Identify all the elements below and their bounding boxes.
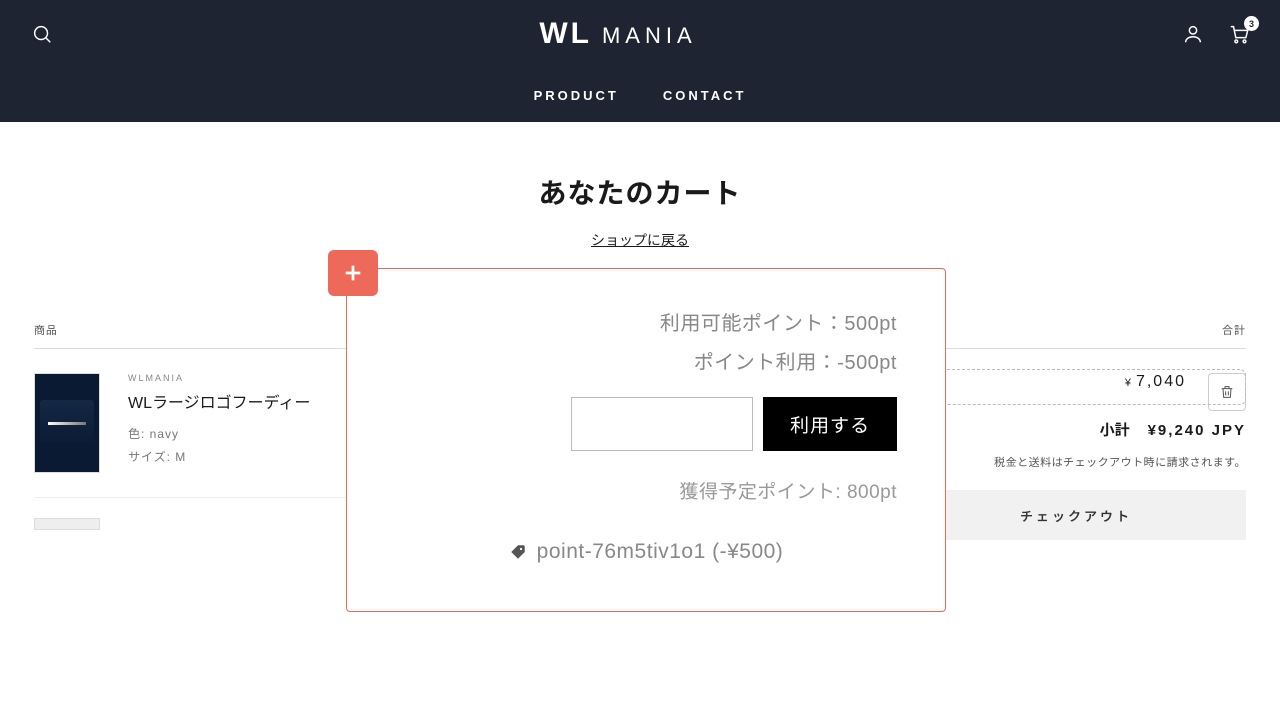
- cart-summary: 小計 ¥9,240 JPY 税金と送料はチェックアウト時に請求されます。 チェッ…: [906, 369, 1246, 540]
- coupon-code-text: point-76m5tiv1o1 (-¥500): [537, 540, 784, 564]
- site-header: WL MANIA 3 PRODUCT CONTACT: [0, 0, 1280, 122]
- cart-button[interactable]: 3: [1228, 23, 1250, 45]
- primary-nav: PRODUCT CONTACT: [0, 68, 1280, 122]
- nav-contact[interactable]: CONTACT: [663, 88, 747, 103]
- user-icon: [1182, 23, 1204, 45]
- search-icon: [31, 23, 53, 45]
- plus-icon: [342, 262, 364, 284]
- page-title: あなたのカート: [34, 172, 1246, 212]
- tax-shipping-note: 税金と送料はチェックアウト時に請求されます。: [906, 454, 1246, 470]
- applied-coupon: point-76m5tiv1o1 (-¥500): [395, 540, 897, 564]
- col-total-label: 合計: [1222, 322, 1246, 338]
- account-button[interactable]: [1182, 23, 1204, 45]
- subtotal-value: ¥9,240 JPY: [1148, 422, 1246, 439]
- cart-count-badge: 3: [1244, 16, 1259, 31]
- points-earn: 獲得予定ポイント: 800pt: [395, 477, 897, 504]
- col-product-label: 商品: [34, 322, 58, 338]
- back-to-shop-link[interactable]: ショップに戻る: [34, 230, 1246, 250]
- product-thumbnail[interactable]: [34, 373, 100, 473]
- site-logo[interactable]: WL MANIA: [539, 17, 696, 51]
- points-available: 利用可能ポイント：500pt: [395, 307, 897, 336]
- subtotal-label: 小計: [1100, 419, 1130, 440]
- nav-product[interactable]: PRODUCT: [534, 88, 619, 103]
- cart-row-peek: [34, 518, 100, 530]
- points-input[interactable]: [571, 397, 753, 451]
- points-panel-tab[interactable]: [328, 250, 378, 296]
- checkout-button[interactable]: チェックアウト: [906, 490, 1246, 540]
- logo-main: WL: [539, 17, 592, 51]
- points-panel: 利用可能ポイント：500pt ポイント利用：-500pt 利用する 獲得予定ポイ…: [346, 268, 946, 612]
- points-apply-button[interactable]: 利用する: [763, 397, 897, 451]
- logo-sub: MANIA: [598, 23, 697, 49]
- tag-icon: [509, 543, 527, 561]
- search-button[interactable]: [30, 22, 54, 46]
- coupon-slot[interactable]: [906, 369, 1246, 405]
- points-using: ポイント利用：-500pt: [395, 346, 897, 375]
